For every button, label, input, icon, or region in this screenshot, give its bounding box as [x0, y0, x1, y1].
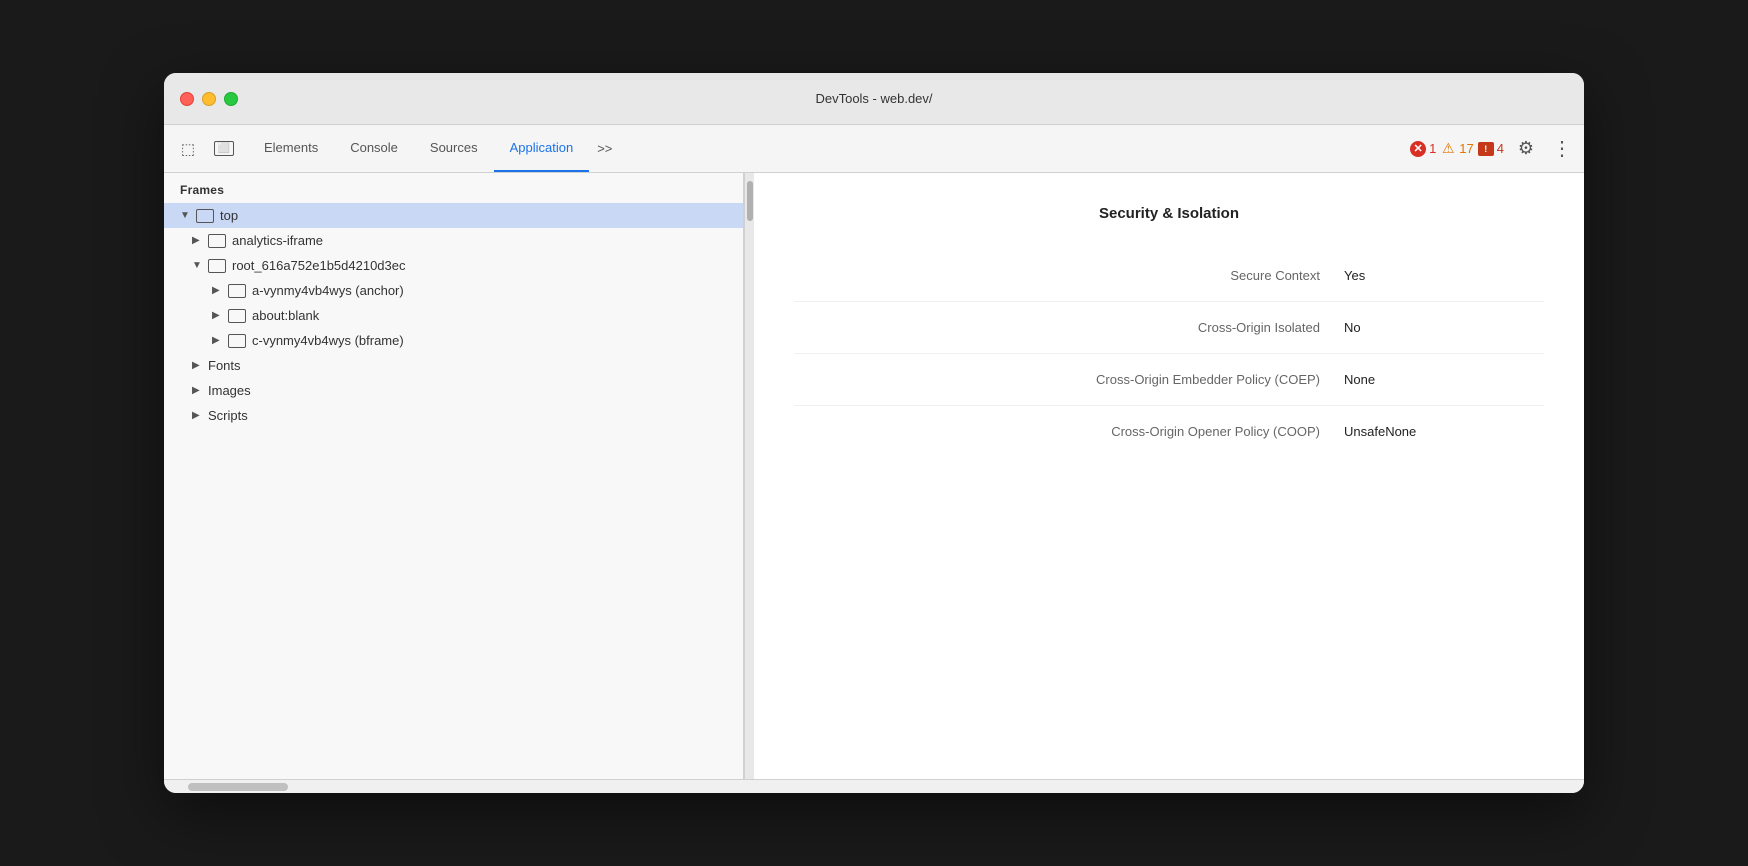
resizer-divider[interactable] — [744, 173, 754, 779]
error-icon: ✕ — [1410, 141, 1426, 157]
info-badge[interactable]: ! 4 — [1478, 141, 1504, 156]
minimize-button[interactable] — [202, 92, 216, 106]
info-value-coop: UnsafeNone — [1344, 424, 1544, 439]
info-value-cross-origin-isolated: No — [1344, 320, 1544, 335]
expand-arrow-a-vynmy: ▶ — [212, 285, 224, 296]
info-table: Secure Context Yes Cross-Origin Isolated… — [794, 250, 1544, 457]
expand-arrow-scripts: ▶ — [192, 410, 204, 421]
error-badge-group: ✕ 1 ⚠ 17 ! 4 — [1410, 141, 1504, 157]
horizontal-scrollbar[interactable] — [164, 779, 1584, 793]
more-options-button[interactable]: ⋮ — [1548, 135, 1576, 163]
sidebar-item-c-vynmy[interactable]: ▶ c-vynmy4vb4wys (bframe) — [164, 328, 743, 353]
more-options-icon: ⋮ — [1552, 139, 1572, 159]
info-row-cross-origin-isolated: Cross-Origin Isolated No — [794, 302, 1544, 354]
info-row-coep: Cross-Origin Embedder Policy (COEP) None — [794, 354, 1544, 406]
sidebar-item-fonts[interactable]: ▶ Fonts — [164, 353, 743, 378]
expand-arrow-images: ▶ — [192, 385, 204, 396]
settings-icon: ⚙ — [1518, 138, 1534, 159]
traffic-lights — [180, 92, 238, 106]
sidebar-item-about-blank[interactable]: ▶ about:blank — [164, 303, 743, 328]
tab-console[interactable]: Console — [334, 125, 414, 172]
sidebar-section-frames: Frames — [164, 173, 743, 203]
sidebar: Frames ▼ top ▶ analytics-iframe ▼ root_6… — [164, 173, 744, 779]
horizontal-scrollbar-thumb[interactable] — [188, 783, 288, 791]
main-content: Frames ▼ top ▶ analytics-iframe ▼ root_6… — [164, 173, 1584, 779]
title-bar: DevTools - web.dev/ — [164, 73, 1584, 125]
devtools-window: DevTools - web.dev/ ⬚ ⬜ Elements Console… — [164, 73, 1584, 793]
device-emulation-button[interactable]: ⬜ — [208, 133, 240, 165]
close-button[interactable] — [180, 92, 194, 106]
expand-arrow-analytics: ▶ — [192, 235, 204, 246]
sidebar-item-analytics-iframe[interactable]: ▶ analytics-iframe — [164, 228, 743, 253]
toolbar-right: ✕ 1 ⚠ 17 ! 4 ⚙ ⋮ — [1410, 135, 1576, 163]
scrollbar-track — [747, 173, 753, 779]
frame-icon-about-blank — [228, 309, 246, 323]
frame-icon-c-vynmy — [228, 334, 246, 348]
tab-sources[interactable]: Sources — [414, 125, 494, 172]
settings-button[interactable]: ⚙ — [1512, 135, 1540, 163]
content-panel: Security & Isolation Secure Context Yes … — [754, 173, 1584, 779]
frame-icon-a-vynmy — [228, 284, 246, 298]
info-row-secure-context: Secure Context Yes — [794, 250, 1544, 302]
cursor-icon: ⬚ — [181, 140, 195, 158]
tab-elements[interactable]: Elements — [248, 125, 334, 172]
frame-icon-root — [208, 259, 226, 273]
warning-badge[interactable]: ⚠ 17 — [1440, 141, 1473, 157]
expand-arrow-c-vynmy: ▶ — [212, 335, 224, 346]
toolbar-tabs: Elements Console Sources Application >> — [248, 125, 620, 172]
info-label-secure-context: Secure Context — [794, 268, 1344, 283]
cursor-tool-button[interactable]: ⬚ — [172, 133, 204, 165]
info-label-coep: Cross-Origin Embedder Policy (COEP) — [794, 372, 1344, 387]
sidebar-item-top[interactable]: ▼ top — [164, 203, 743, 228]
info-label-cross-origin-isolated: Cross-Origin Isolated — [794, 320, 1344, 335]
window-title: DevTools - web.dev/ — [815, 91, 932, 106]
scrollbar-thumb[interactable] — [747, 181, 753, 221]
tab-application[interactable]: Application — [494, 125, 590, 172]
frame-icon-top — [196, 209, 214, 223]
more-tabs-button[interactable]: >> — [589, 125, 620, 172]
device-icon: ⬜ — [214, 141, 234, 156]
expand-arrow-top: ▼ — [180, 210, 192, 221]
info-value-secure-context: Yes — [1344, 268, 1544, 283]
expand-arrow-root: ▼ — [192, 260, 204, 271]
section-title: Security & Isolation — [794, 205, 1544, 222]
frame-icon-analytics — [208, 234, 226, 248]
info-value-coep: None — [1344, 372, 1544, 387]
expand-arrow-about-blank: ▶ — [212, 310, 224, 321]
error-badge[interactable]: ✕ 1 — [1410, 141, 1436, 157]
expand-arrow-fonts: ▶ — [192, 360, 204, 371]
sidebar-item-scripts[interactable]: ▶ Scripts — [164, 403, 743, 428]
info-label-coop: Cross-Origin Opener Policy (COOP) — [794, 424, 1344, 439]
warning-icon: ⚠ — [1440, 141, 1456, 157]
sidebar-item-images[interactable]: ▶ Images — [164, 378, 743, 403]
info-row-coop: Cross-Origin Opener Policy (COOP) Unsafe… — [794, 406, 1544, 457]
info-icon: ! — [1478, 142, 1494, 156]
maximize-button[interactable] — [224, 92, 238, 106]
toolbar: ⬚ ⬜ Elements Console Sources Application… — [164, 125, 1584, 173]
sidebar-item-root[interactable]: ▼ root_616a752e1b5d4210d3ec — [164, 253, 743, 278]
sidebar-item-a-vynmy[interactable]: ▶ a-vynmy4vb4wys (anchor) — [164, 278, 743, 303]
